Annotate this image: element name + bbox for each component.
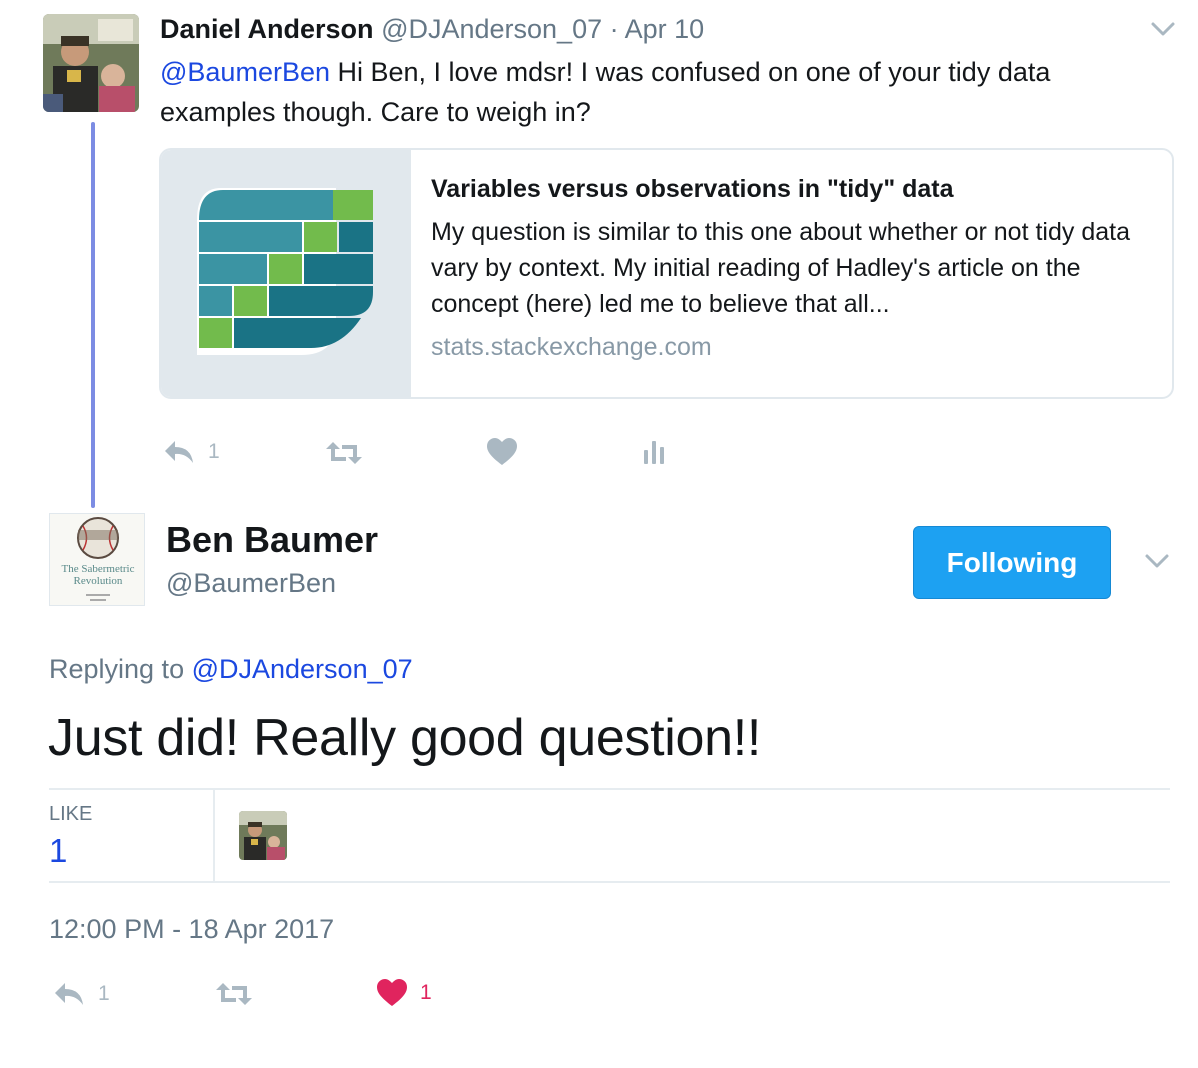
card-thumbnail: [161, 150, 411, 397]
main-like-action[interactable]: 1: [376, 978, 432, 1008]
replying-to: Replying to @DJAnderson_07: [49, 652, 413, 686]
main-reply-count: 1: [98, 982, 110, 1005]
stats-divider-top: [49, 788, 1170, 790]
card-domain: stats.stackexchange.com: [431, 333, 712, 361]
book-cover-icon: The Sabermetric Revolution: [50, 514, 144, 605]
svg-text:The Sabermetric: The Sabermetric: [62, 563, 135, 575]
like-label[interactable]: LIKE: [49, 803, 92, 826]
author-name[interactable]: Daniel Anderson: [160, 14, 374, 44]
reply-tweet-header: Daniel Anderson @DJAnderson_07 · Apr 10: [160, 12, 704, 46]
reply-action[interactable]: 1: [162, 438, 220, 466]
like-action[interactable]: [486, 437, 530, 467]
avatar-photo-icon: [43, 14, 139, 112]
reply-icon: [55, 983, 83, 1005]
like-count[interactable]: 1: [49, 832, 67, 870]
heart-icon: [377, 979, 407, 1006]
replying-prefix: Replying to: [49, 654, 192, 684]
retweet-icon: [216, 983, 252, 1005]
card-body: Variables versus observations in "tidy" …: [431, 172, 1151, 364]
reply-icon: [165, 441, 193, 463]
chevron-down-icon[interactable]: [1144, 548, 1170, 574]
replying-to-link[interactable]: @DJAnderson_07: [192, 654, 413, 684]
analytics-icon: [644, 441, 664, 464]
main-like-count: 1: [420, 981, 432, 1004]
reply-tweet-text: @BaumerBen Hi Ben, I love mdsr! I was co…: [160, 52, 1160, 132]
thread-connector-line: [91, 122, 95, 508]
author-handle[interactable]: @DJAnderson_07: [381, 14, 602, 44]
svg-text:Revolution: Revolution: [74, 575, 123, 587]
main-tweet-text: Just did! Really good question!!: [48, 709, 762, 767]
avatar-daniel-anderson[interactable]: [43, 14, 139, 112]
retweet-icon: [326, 442, 362, 464]
mention-link[interactable]: @BaumerBen: [160, 57, 330, 87]
card-title[interactable]: Variables versus observations in "tidy" …: [431, 172, 1151, 206]
analytics-action[interactable]: [642, 439, 668, 465]
tweet-timestamp[interactable]: 12:00 PM - 18 Apr 2017: [49, 912, 334, 946]
following-button[interactable]: Following: [913, 526, 1111, 599]
main-reply-action[interactable]: 1: [52, 980, 110, 1008]
heart-icon: [487, 438, 517, 465]
link-preview-card[interactable]: Variables versus observations in "tidy" …: [159, 148, 1174, 399]
header-separator: ·: [609, 14, 619, 44]
main-author-handle[interactable]: @BaumerBen: [166, 566, 336, 600]
main-retweet-action[interactable]: [214, 980, 266, 1008]
main-author-name[interactable]: Ben Baumer: [166, 518, 378, 562]
avatar-ben-baumer[interactable]: The Sabermetric Revolution: [49, 513, 145, 606]
tweet-date[interactable]: Apr 10: [625, 14, 705, 44]
avatar-photo-icon: [239, 811, 287, 860]
retweet-action[interactable]: [324, 439, 376, 467]
stats-divider-bottom: [49, 881, 1170, 883]
card-description: My question is similar to this one about…: [431, 218, 1130, 318]
stats-divider-vertical: [213, 790, 215, 882]
tweet-page: Daniel Anderson @DJAnderson_07 · Apr 10 …: [0, 0, 1198, 1068]
chevron-down-icon[interactable]: [1150, 16, 1176, 42]
stackexchange-logo-icon: [197, 188, 373, 355]
reply-count: 1: [208, 440, 220, 463]
liker-avatar[interactable]: [239, 811, 287, 860]
